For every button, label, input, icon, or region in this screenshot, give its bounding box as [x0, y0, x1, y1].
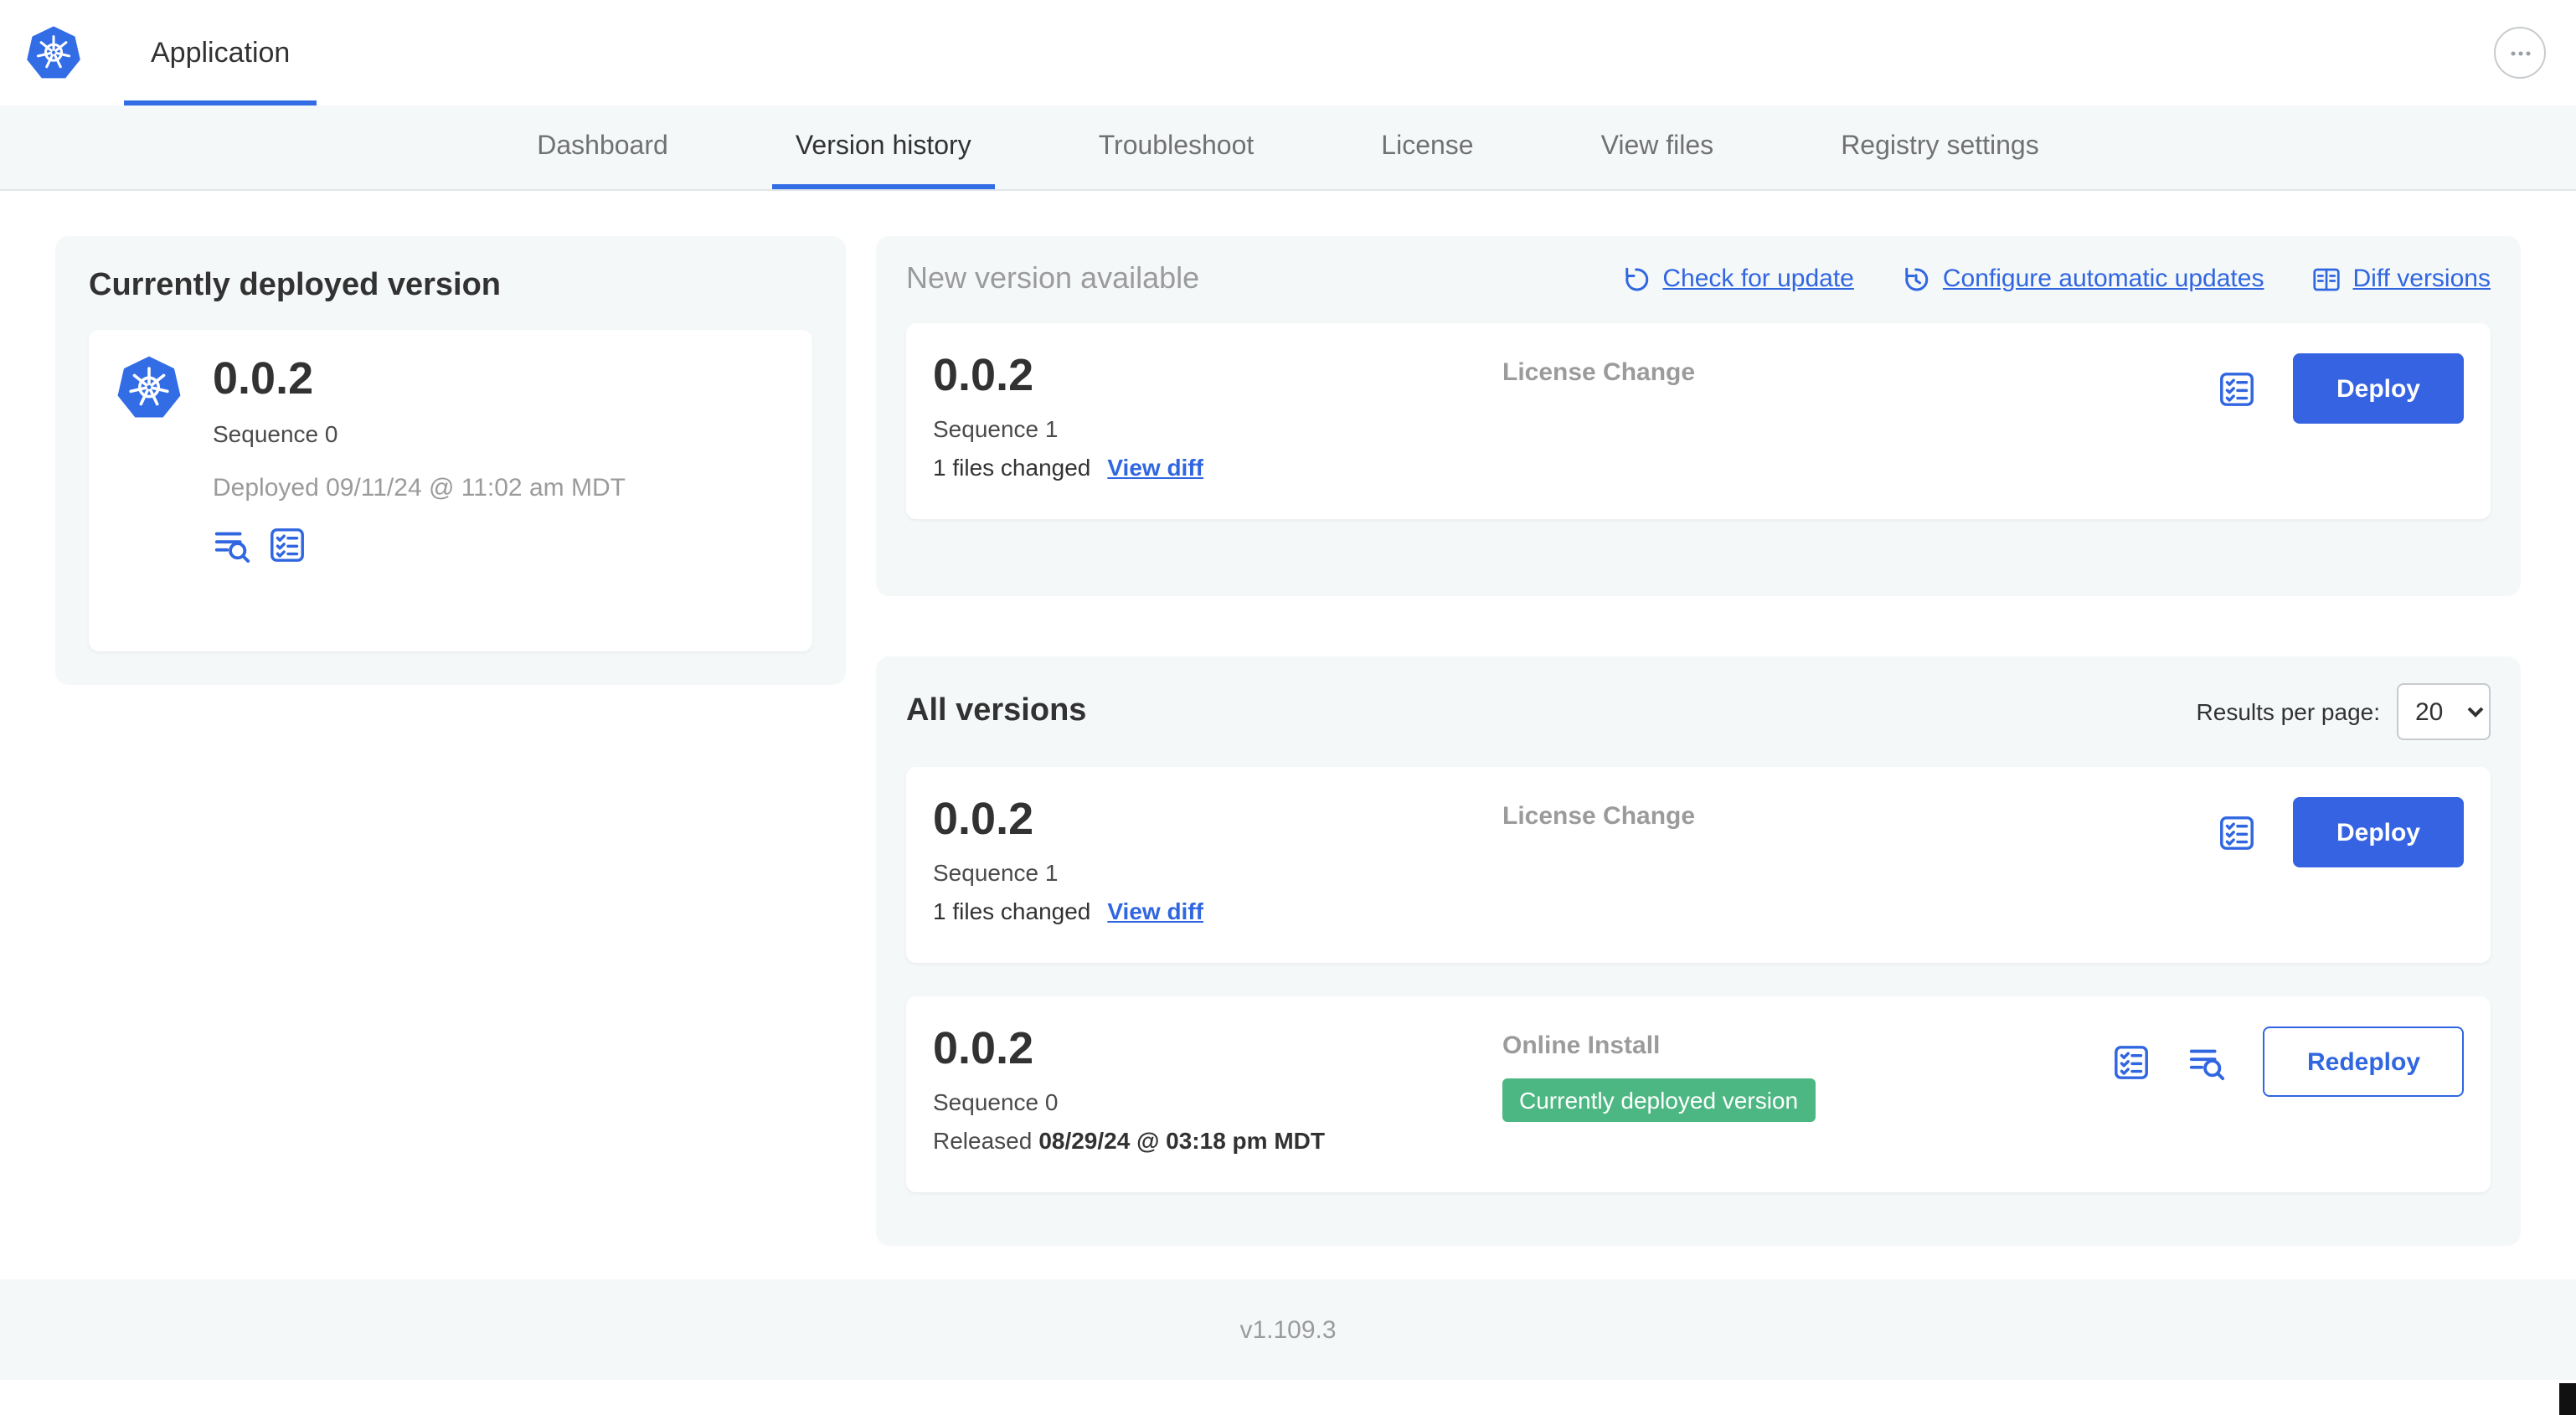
new-version-header: New version available Check for update C…: [906, 261, 2491, 296]
logs-icon: [2188, 1042, 2227, 1081]
tab-version-history[interactable]: Version history: [772, 105, 995, 189]
files-changed-row: 1 files changed View diff: [933, 453, 1502, 480]
released-date: 08/29/24 @ 03:18 pm MDT: [1038, 1126, 1325, 1154]
files-changed-text: 1 files changed: [933, 897, 1091, 924]
configure-automatic-updates-link[interactable]: Configure automatic updates: [1901, 264, 2264, 294]
configure-automatic-updates-label: Configure automatic updates: [1942, 265, 2264, 293]
all-versions-header: All versions Results per page: 20: [906, 683, 2491, 740]
refresh-icon: [1620, 264, 1651, 294]
application-tab-label: Application: [151, 36, 291, 68]
release-notes-button[interactable]: [2113, 1042, 2151, 1081]
all-versions-panel: All versions Results per page: 20 0.0.2 …: [876, 656, 2521, 1246]
tab-dashboard[interactable]: Dashboard: [513, 105, 692, 189]
diff-versions-link[interactable]: Diff versions: [2311, 264, 2491, 294]
current-version-details: 0.0.2 Sequence 0 Deployed 09/11/24 @ 11:…: [213, 353, 626, 626]
footer: v1.109.3: [0, 1279, 2576, 1380]
version-source: License Change: [1502, 795, 2218, 832]
source-label: License Change: [1502, 802, 1696, 831]
currently-deployed-badge: Currently deployed version: [1502, 1078, 1816, 1122]
release-notes-icon: [2113, 1042, 2151, 1081]
console-version-label: v1.109.3: [1239, 1315, 1337, 1344]
app-subnav: Dashboard Version history Troubleshoot L…: [0, 105, 2576, 191]
view-deploy-logs-button[interactable]: [213, 525, 251, 563]
version-info: 0.0.2 Sequence 1 1 files changed View di…: [933, 795, 1502, 924]
deploy-button[interactable]: Deploy: [2292, 353, 2464, 424]
source-label: License Change: [1502, 358, 1696, 387]
view-deploy-logs-button[interactable]: [2188, 1042, 2227, 1081]
current-version-number: 0.0.2: [213, 353, 314, 404]
version-actions-links: Check for update Configure automatic upd…: [1620, 264, 2491, 294]
version-info: 0.0.2 Sequence 1 1 files changed View di…: [933, 350, 1502, 481]
release-notes-button[interactable]: [268, 525, 307, 563]
diff-icon: [2311, 264, 2341, 294]
tab-troubleshoot[interactable]: Troubleshoot: [1075, 105, 1278, 189]
version-source: License Change: [1502, 352, 2218, 388]
results-per-page-select[interactable]: 20: [2397, 683, 2491, 740]
more-menu-button[interactable]: [2494, 27, 2546, 79]
currently-deployed-panel: Currently deployed version 0.0.2 Sequenc…: [55, 236, 846, 685]
tab-view-files[interactable]: View files: [1578, 105, 1738, 189]
source-label: Online Install: [1502, 1032, 1661, 1060]
new-version-panel: New version available Check for update C…: [876, 236, 2521, 596]
version-row-actions: Deploy: [2218, 352, 2464, 424]
current-version-deployed-date: Deployed 09/11/24 @ 11:02 am MDT: [213, 473, 626, 502]
version-sequence: Sequence 0: [933, 1088, 1059, 1115]
results-per-page-label: Results per page:: [2196, 698, 2380, 725]
top-header: Application: [0, 0, 2576, 105]
released-date-row: Released 08/29/24 @ 03:18 pm MDT: [933, 1126, 1502, 1153]
version-info: 0.0.2 Sequence 0 Released 08/29/24 @ 03:1…: [933, 1023, 1502, 1154]
tab-license[interactable]: License: [1358, 105, 1497, 189]
view-diff-link[interactable]: View diff: [1107, 897, 1203, 924]
redeploy-button[interactable]: Redeploy: [2263, 1027, 2464, 1097]
release-notes-button[interactable]: [2218, 813, 2256, 852]
release-notes-icon: [2218, 369, 2256, 408]
current-version-actions: [213, 525, 626, 563]
release-notes-icon: [2218, 813, 2256, 852]
version-row-actions: Deploy: [2218, 795, 2464, 867]
version-sequence: Sequence 1: [933, 858, 1059, 886]
version-row-sequence-0: 0.0.2 Sequence 0 Released 08/29/24 @ 03:1…: [906, 996, 2491, 1192]
current-version-sequence: Sequence 0: [213, 419, 338, 447]
main-content: Currently deployed version 0.0.2 Sequenc…: [0, 191, 2576, 1279]
currently-deployed-title: Currently deployed version: [89, 268, 502, 303]
view-diff-link[interactable]: View diff: [1107, 453, 1203, 480]
clock-arrow-icon: [1901, 264, 1931, 294]
scrollbar-corner: [2559, 1383, 2576, 1415]
right-column: New version available Check for update C…: [876, 236, 2521, 1246]
new-version-row: 0.0.2 Sequence 1 1 files changed View di…: [906, 323, 2491, 519]
tab-registry-settings[interactable]: Registry settings: [1817, 105, 2063, 189]
released-prefix: Released: [933, 1126, 1033, 1154]
deploy-button[interactable]: Deploy: [2292, 797, 2464, 867]
check-for-update-label: Check for update: [1662, 265, 1854, 293]
version-number: 0.0.2: [933, 1023, 1034, 1073]
release-notes-icon: [268, 525, 307, 563]
logs-icon: [213, 525, 251, 563]
version-sequence: Sequence 1: [933, 414, 1059, 442]
kubernetes-logo-icon: [25, 24, 82, 81]
version-row-actions: Redeploy: [2113, 1025, 2464, 1097]
app-root: Application Dashboard Version history Tr…: [0, 0, 2576, 1415]
release-notes-button[interactable]: [2218, 369, 2256, 408]
version-source: Online Install Currently deployed versio…: [1502, 1025, 2113, 1122]
kubernetes-app-icon: [116, 355, 183, 422]
version-row-sequence-1: 0.0.2 Sequence 1 1 files changed View di…: [906, 767, 2491, 963]
version-number: 0.0.2: [933, 350, 1034, 400]
version-number: 0.0.2: [933, 794, 1034, 844]
all-versions-title: All versions: [906, 693, 1087, 728]
check-for-update-link[interactable]: Check for update: [1620, 264, 1854, 294]
new-version-title: New version available: [906, 261, 1200, 295]
files-changed-text: 1 files changed: [933, 453, 1091, 481]
tab-application[interactable]: Application: [124, 0, 317, 105]
current-version-card: 0.0.2 Sequence 0 Deployed 09/11/24 @ 11:…: [89, 330, 812, 651]
diff-versions-label: Diff versions: [2352, 265, 2491, 293]
ellipsis-icon: [2505, 38, 2535, 68]
files-changed-row: 1 files changed View diff: [933, 897, 1502, 924]
results-per-page: Results per page: 20: [2197, 683, 2491, 740]
